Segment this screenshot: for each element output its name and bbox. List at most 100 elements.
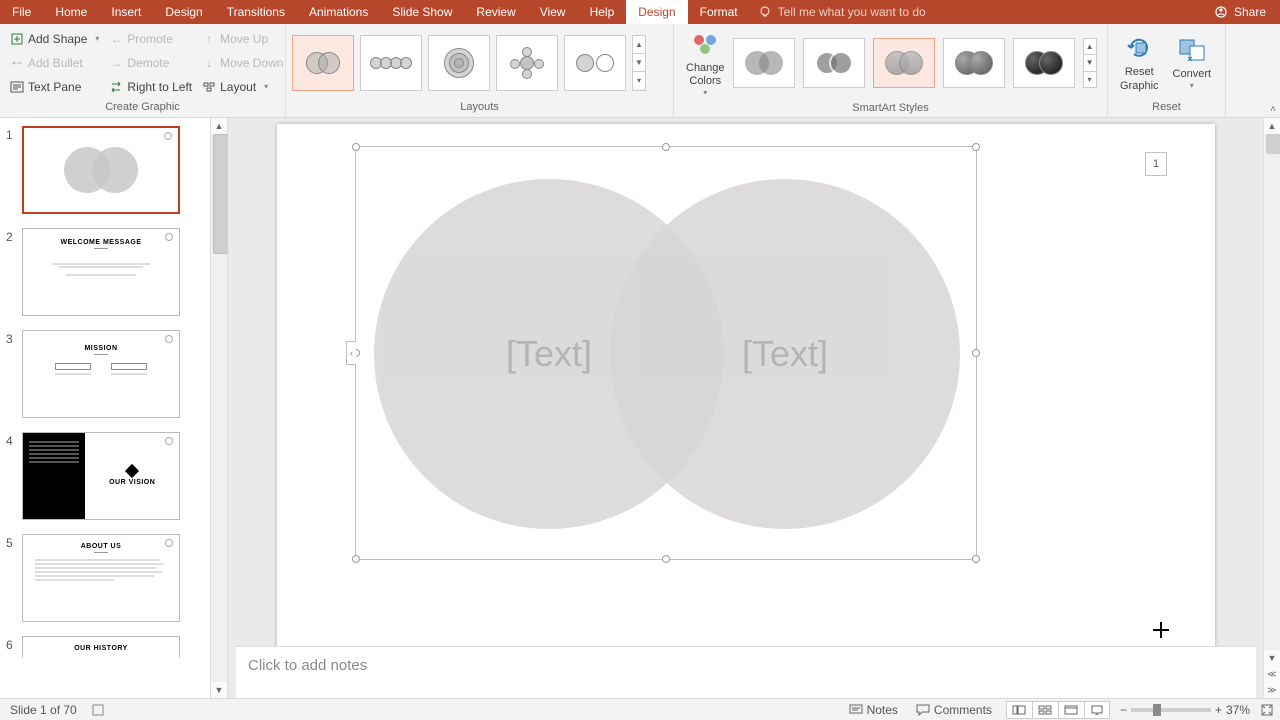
convert-button[interactable]: Convert▾ bbox=[1167, 32, 1218, 93]
zoom-in-button[interactable]: + bbox=[1215, 703, 1222, 717]
scroll-up-icon[interactable]: ▲ bbox=[211, 118, 227, 134]
tab-home[interactable]: Home bbox=[43, 0, 99, 24]
tab-help[interactable]: Help bbox=[578, 0, 627, 24]
share-label: Share bbox=[1234, 5, 1266, 19]
notes-button[interactable]: Notes bbox=[845, 703, 902, 717]
tab-insert[interactable]: Insert bbox=[99, 0, 153, 24]
zoom-level[interactable]: 37% bbox=[1226, 703, 1250, 717]
share-icon bbox=[1214, 5, 1228, 19]
scrollbar-thumb[interactable] bbox=[1266, 134, 1280, 154]
layout-option-5[interactable] bbox=[564, 35, 626, 91]
layout-button[interactable]: Layout▾ bbox=[198, 75, 287, 99]
styles-gallery-spinner[interactable]: ▲▼▾ bbox=[1083, 38, 1097, 88]
venn-circle-right[interactable]: [Text] bbox=[610, 179, 960, 529]
slide-thumbnail-1[interactable]: 1 bbox=[0, 124, 210, 226]
scroll-down-icon[interactable]: ▼ bbox=[211, 682, 227, 698]
group-label: Reset bbox=[1108, 101, 1225, 117]
style-option-2[interactable] bbox=[803, 38, 865, 88]
normal-view-button[interactable] bbox=[1006, 701, 1032, 719]
tab-review[interactable]: Review bbox=[464, 0, 527, 24]
zoom-control: − + 37% bbox=[1120, 703, 1250, 717]
slides-list[interactable]: 1 2 WELCOME MESSAGE 3 bbox=[0, 118, 210, 698]
arrow-left-icon: ← bbox=[109, 32, 123, 46]
layout-option-4[interactable] bbox=[496, 35, 558, 91]
tab-design[interactable]: Design bbox=[153, 0, 214, 24]
comments-icon bbox=[916, 704, 930, 716]
style-option-4[interactable] bbox=[943, 38, 1005, 88]
tab-slide-show[interactable]: Slide Show bbox=[380, 0, 464, 24]
promote-button[interactable]: ←Promote bbox=[105, 27, 196, 51]
tab-file[interactable]: File bbox=[0, 0, 43, 24]
editor-scrollbar[interactable]: ▲ ▼ ≪ ≫ bbox=[1263, 118, 1280, 698]
gallery-down-icon[interactable]: ▼ bbox=[633, 54, 645, 72]
layout-option-2[interactable] bbox=[360, 35, 422, 91]
style-option-1[interactable] bbox=[733, 38, 795, 88]
rtl-icon bbox=[109, 80, 123, 94]
slide-number: 5 bbox=[6, 534, 22, 550]
gallery-up-icon[interactable]: ▲ bbox=[633, 36, 645, 54]
slide-thumbnail-6[interactable]: 6 OUR HISTORY bbox=[0, 634, 210, 670]
arrow-down-icon: ↓ bbox=[202, 56, 216, 70]
scroll-up-icon[interactable]: ▲ bbox=[1264, 118, 1280, 134]
slide-editor: ‹ [Text] [Text] 1 Click to add notes ▲ ▼… bbox=[228, 118, 1280, 698]
layouts-gallery-spinner[interactable]: ▲▼▾ bbox=[632, 35, 646, 91]
tab-smartart-format[interactable]: Format bbox=[688, 0, 750, 24]
prev-slide-icon[interactable]: ≪ bbox=[1264, 666, 1280, 682]
gallery-down-icon[interactable]: ▼ bbox=[1084, 55, 1096, 71]
accessibility-icon[interactable] bbox=[91, 703, 105, 717]
slide-thumbnail-2[interactable]: 2 WELCOME MESSAGE bbox=[0, 226, 210, 328]
fit-to-window-button[interactable] bbox=[1260, 703, 1274, 717]
zoom-thumb[interactable] bbox=[1153, 704, 1161, 716]
next-slide-icon[interactable]: ≫ bbox=[1264, 682, 1280, 698]
share-button[interactable]: Share bbox=[1200, 0, 1280, 24]
zoom-out-button[interactable]: − bbox=[1120, 703, 1127, 717]
change-colors-button[interactable]: Change Colors▾ bbox=[680, 26, 731, 100]
slides-scrollbar[interactable]: ▲ ▼ bbox=[210, 118, 227, 698]
text-pane-button[interactable]: Text Pane bbox=[6, 75, 103, 99]
add-shape-button[interactable]: Add Shape▾ bbox=[6, 27, 103, 51]
reset-graphic-button[interactable]: Reset Graphic bbox=[1114, 30, 1165, 94]
gallery-up-icon[interactable]: ▲ bbox=[1084, 39, 1096, 55]
tell-me-search[interactable]: Tell me what you want to do bbox=[750, 0, 1200, 24]
text-pane-toggle[interactable]: ‹ bbox=[346, 341, 356, 365]
demote-button[interactable]: →Demote bbox=[105, 51, 196, 75]
move-up-button[interactable]: ↑Move Up bbox=[198, 27, 287, 51]
venn-diagram[interactable]: [Text] [Text] bbox=[356, 147, 976, 559]
group-label: Layouts bbox=[286, 101, 673, 117]
style-option-5[interactable] bbox=[1013, 38, 1075, 88]
menubar: File Home Insert Design Transitions Anim… bbox=[0, 0, 1280, 24]
slideshow-view-button[interactable] bbox=[1084, 701, 1110, 719]
group-create-graphic: Add Shape▾ Add Bullet Text Pane ←Promote… bbox=[0, 24, 286, 117]
venn-right-text[interactable]: [Text] bbox=[742, 333, 828, 375]
layout-option-1[interactable] bbox=[292, 35, 354, 91]
sorter-view-button[interactable] bbox=[1032, 701, 1058, 719]
style-option-3[interactable] bbox=[873, 38, 935, 88]
tab-smartart-design[interactable]: Design bbox=[626, 0, 687, 24]
comment-marker[interactable]: 1 bbox=[1145, 152, 1167, 176]
slide-thumbnail-3[interactable]: 3 MISSION bbox=[0, 328, 210, 430]
zoom-slider[interactable] bbox=[1131, 708, 1211, 712]
gallery-more-icon[interactable]: ▾ bbox=[1084, 72, 1096, 87]
tab-animations[interactable]: Animations bbox=[297, 0, 380, 24]
scroll-down-icon[interactable]: ▼ bbox=[1264, 650, 1280, 666]
group-reset: Reset Graphic Convert▾ Reset bbox=[1108, 24, 1226, 117]
slide-canvas[interactable]: ‹ [Text] [Text] 1 bbox=[277, 124, 1215, 652]
slide-thumbnail-4[interactable]: 4 OUR VISION bbox=[0, 430, 210, 532]
add-bullet-button[interactable]: Add Bullet bbox=[6, 51, 103, 75]
tab-transitions[interactable]: Transitions bbox=[215, 0, 297, 24]
tell-me-label: Tell me what you want to do bbox=[778, 5, 926, 19]
smartart-frame[interactable]: ‹ [Text] [Text] bbox=[355, 146, 977, 560]
text-pane-icon bbox=[10, 80, 24, 94]
tab-view[interactable]: View bbox=[528, 0, 578, 24]
comments-button[interactable]: Comments bbox=[912, 703, 996, 717]
gallery-more-icon[interactable]: ▾ bbox=[633, 72, 645, 89]
thumb-title: WELCOME MESSAGE bbox=[31, 239, 171, 246]
layout-option-3[interactable] bbox=[428, 35, 490, 91]
right-to-left-button[interactable]: Right to Left bbox=[105, 75, 196, 99]
venn-left-text[interactable]: [Text] bbox=[506, 333, 592, 375]
slide-thumbnail-5[interactable]: 5 ABOUT US bbox=[0, 532, 210, 634]
move-down-button[interactable]: ↓Move Down bbox=[198, 51, 287, 75]
reading-view-button[interactable] bbox=[1058, 701, 1084, 719]
notes-pane[interactable]: Click to add notes bbox=[236, 646, 1256, 698]
collapse-ribbon-button[interactable]: ˄ bbox=[1270, 104, 1276, 115]
